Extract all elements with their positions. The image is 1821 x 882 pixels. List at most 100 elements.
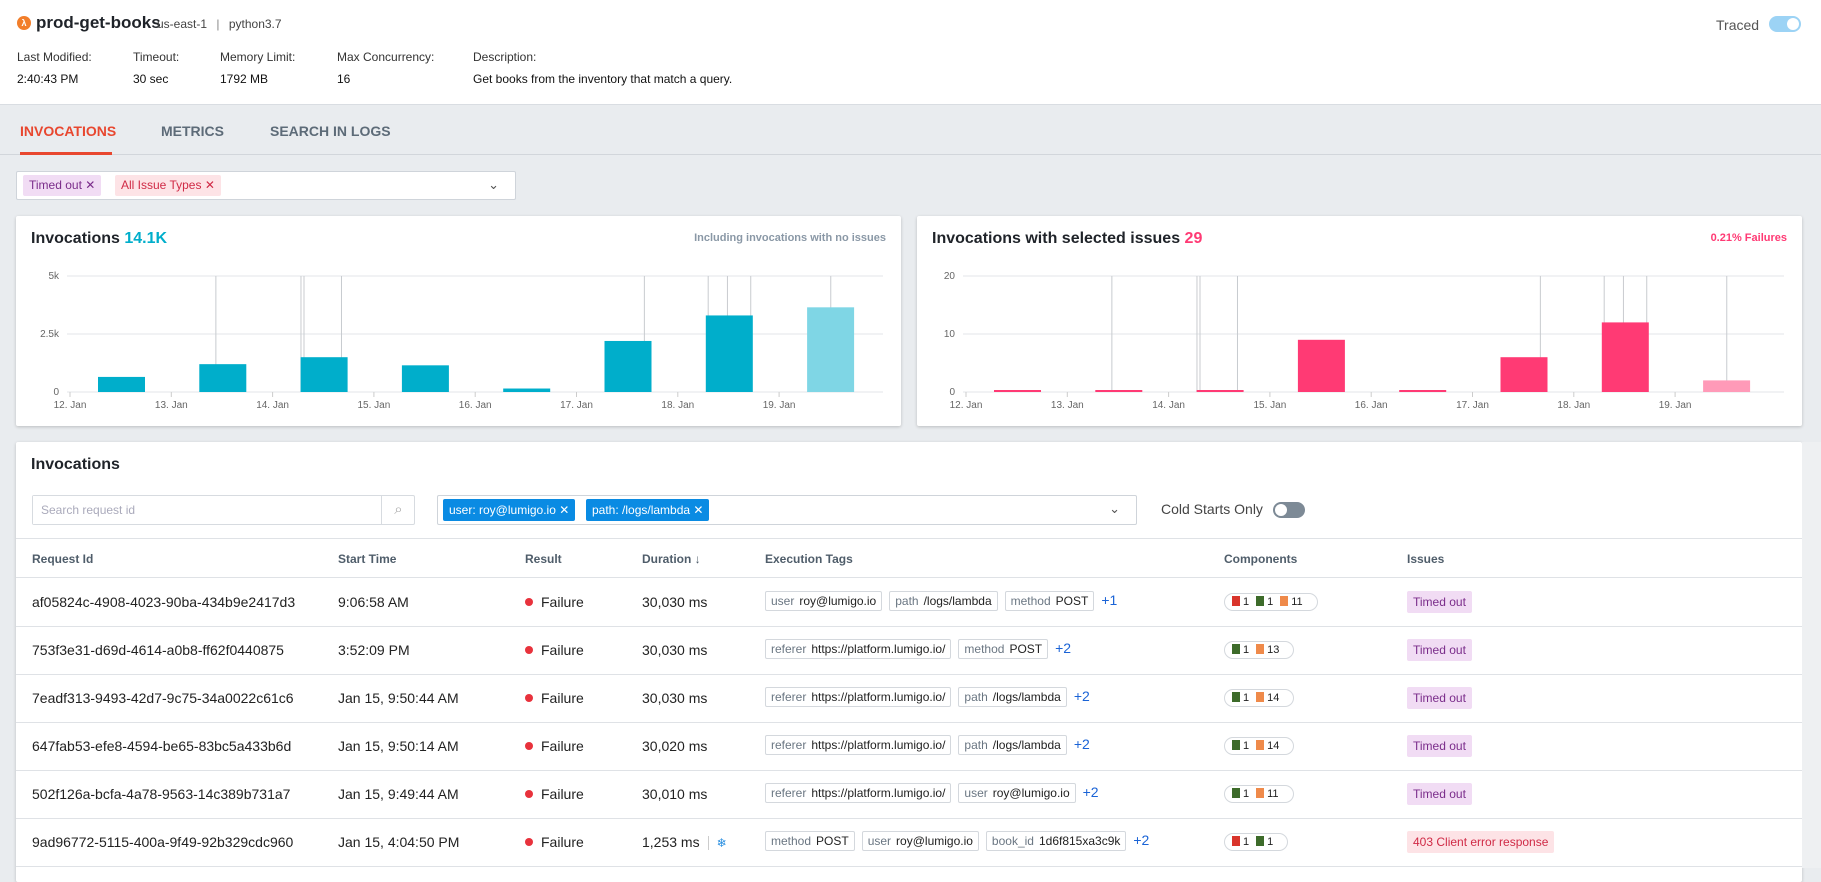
y-tick-label: 20 [944,271,956,282]
more-tags-link[interactable]: +2 [1133,832,1149,848]
close-icon[interactable]: ✕ [205,178,215,192]
components-pill[interactable]: 11 [1224,833,1289,851]
col-issues: Issues [1407,552,1445,566]
cold-starts-toggle[interactable] [1273,502,1305,518]
components-pill[interactable]: 1 11 [1224,785,1294,803]
close-icon[interactable]: ✕ [85,178,95,192]
col-duration[interactable]: Duration ↓ [642,552,701,566]
execution-tag[interactable]: user roy@lumigo.io [861,831,979,851]
x-tick-label: 18. Jan [661,400,694,411]
table-row[interactable]: 647fab53-efe8-4594-be65-83bc5a433b6d Jan … [16,723,1802,771]
components-pill[interactable]: 1 14 [1224,737,1295,755]
execution-tag[interactable]: path/logs/lambda [958,687,1067,707]
tag-value: POST [816,834,849,848]
description-value: Get books from the inventory that match … [473,72,733,86]
x-tick-label: 12. Jan [54,400,87,411]
execution-tag[interactable]: path/logs/lambda [889,591,998,611]
execution-tag[interactable]: book_id 1d6f815xa3c9k [985,831,1127,851]
execution-tag[interactable]: user roy@lumigo.io [765,591,883,611]
more-tags-link[interactable]: +2 [1055,640,1071,656]
execution-tags: method POST user roy@lumigo.io book_id 1d6f81… [765,831,1149,851]
x-tick-label: 19. Jan [1659,400,1692,411]
chip-label: All Issue Types [121,178,202,192]
filter-chip-timed-out[interactable]: Timed out ✕ [23,175,102,196]
table-row[interactable]: 753f3e31-d69d-4614-a0b8-ff62f0440875 3:52… [16,627,1802,675]
tab-search-in-logs[interactable]: SEARCH IN LOGS [270,123,391,139]
more-tags-link[interactable]: +1 [1101,592,1117,608]
failure-dot-icon [525,694,533,702]
col-request-id[interactable]: Request Id [32,552,93,566]
y-tick-label: 2.5k [40,329,60,340]
execution-tag[interactable]: method POST [1004,591,1095,611]
table-row[interactable]: af05824c-4908-4023-90ba-434b9e2417d3 9:06… [16,579,1802,627]
gateway-icon [1232,788,1240,798]
scrollbar[interactable] [1802,442,1821,868]
execution-tag[interactable]: user roy@lumigo.io [958,783,1076,803]
execution-tag[interactable]: referer https://platform.lumigo.io/ [765,639,952,659]
separator: | [216,17,220,31]
component-count: 1 [1267,836,1274,848]
invocations-chart-panel: Invocations 14.1K Including invocations … [16,216,901,426]
issue-badge: Timed out [1407,591,1472,613]
table-header: Request Id Start Time Result Duration ↓ … [16,538,1802,578]
execution-tag[interactable]: method POST [958,639,1049,659]
close-icon[interactable]: ✕ [559,503,569,517]
bar [994,390,1041,392]
component-count: 1 [1243,644,1250,656]
tag-value: /logs/lambda [992,690,1061,704]
components-pill[interactable]: 1 13 [1224,641,1295,659]
request-id: 753f3e31-d69d-4614-a0b8-ff62f0440875 [32,642,284,658]
chevron-down-icon[interactable]: ⌄ [1109,501,1120,517]
y-tick-label: 0 [949,387,955,398]
x-tick-label: 16. Jan [1355,400,1388,411]
component-count: 1 [1243,788,1250,800]
gateway-icon [1256,596,1265,606]
cold-starts-label: Cold Starts Only [1161,501,1263,517]
components: 1 14 [1224,688,1295,707]
more-tags-link[interactable]: +2 [1083,784,1099,800]
more-tags-link[interactable]: +2 [1074,736,1090,752]
tab-invocations[interactable]: INVOCATIONS [20,123,116,139]
issue-filter-select[interactable]: Timed out ✕ All Issue Types ✕ ⌄ [16,171,516,200]
col-start-time[interactable]: Start Time [338,552,396,566]
table-row[interactable]: 502f126a-bcfa-4a78-9563-14c389b731a7 Jan … [16,771,1802,819]
execution-tag[interactable]: path/logs/lambda [958,735,1067,755]
issues: Timed out [1407,735,1472,757]
table-row[interactable]: 9ad96772-5115-400a-9f49-92b329cdc960 Jan … [16,819,1802,867]
col-result[interactable]: Result [525,552,562,566]
x-tick-label: 13. Jan [155,400,188,411]
tab-metrics[interactable]: METRICS [161,123,224,139]
duration: 30,020 ms [642,738,707,754]
traced-label: Traced [1716,17,1760,33]
close-icon[interactable]: ✕ [693,503,703,517]
search-request-id-input[interactable] [33,496,381,524]
log-icon [1256,788,1265,798]
execution-tag[interactable]: referer https://platform.lumigo.io/ [765,687,952,707]
component-count: 1 [1243,740,1250,752]
execution-tag[interactable]: referer https://platform.lumigo.io/ [765,735,952,755]
failure-dot-icon [525,742,533,750]
tag-value: roy@lumigo.io [799,594,877,608]
components-pill[interactable]: 1 1 11 [1224,593,1318,611]
chevron-down-icon[interactable]: ⌄ [488,177,499,193]
components-pill[interactable]: 1 14 [1224,689,1295,707]
component-count: 14 [1267,692,1280,704]
duration: 30,030 ms [642,594,707,610]
filter-chip-all-issue-types[interactable]: All Issue Types ✕ [115,175,221,196]
log-icon [1256,740,1265,750]
tag-chip-path[interactable]: path: /logs/lambda ✕ [586,499,710,521]
component-count: 11 [1267,788,1279,800]
table-row[interactable]: 7eadf313-9493-42d7-9c75-34a0022c61c6 Jan … [16,675,1802,723]
more-tags-link[interactable]: +2 [1074,688,1090,704]
tag-chip-user[interactable]: user: roy@lumigo.io ✕ [443,499,576,521]
chip-label: user: roy@lumigo.io [449,503,556,517]
search-icon[interactable]: ⌕ [381,496,415,524]
execution-tag[interactable]: referer https://platform.lumigo.io/ [765,783,952,803]
component-count: 1 [1267,596,1274,608]
start-time: 9:06:58 AM [338,594,409,610]
result: Failure [525,594,584,610]
gateway-icon [1256,836,1265,846]
execution-tag[interactable]: method POST [765,831,855,851]
tag-filter-select[interactable]: user: roy@lumigo.io ✕ path: /logs/lambda… [437,495,1137,525]
traced-toggle[interactable] [1769,16,1801,32]
